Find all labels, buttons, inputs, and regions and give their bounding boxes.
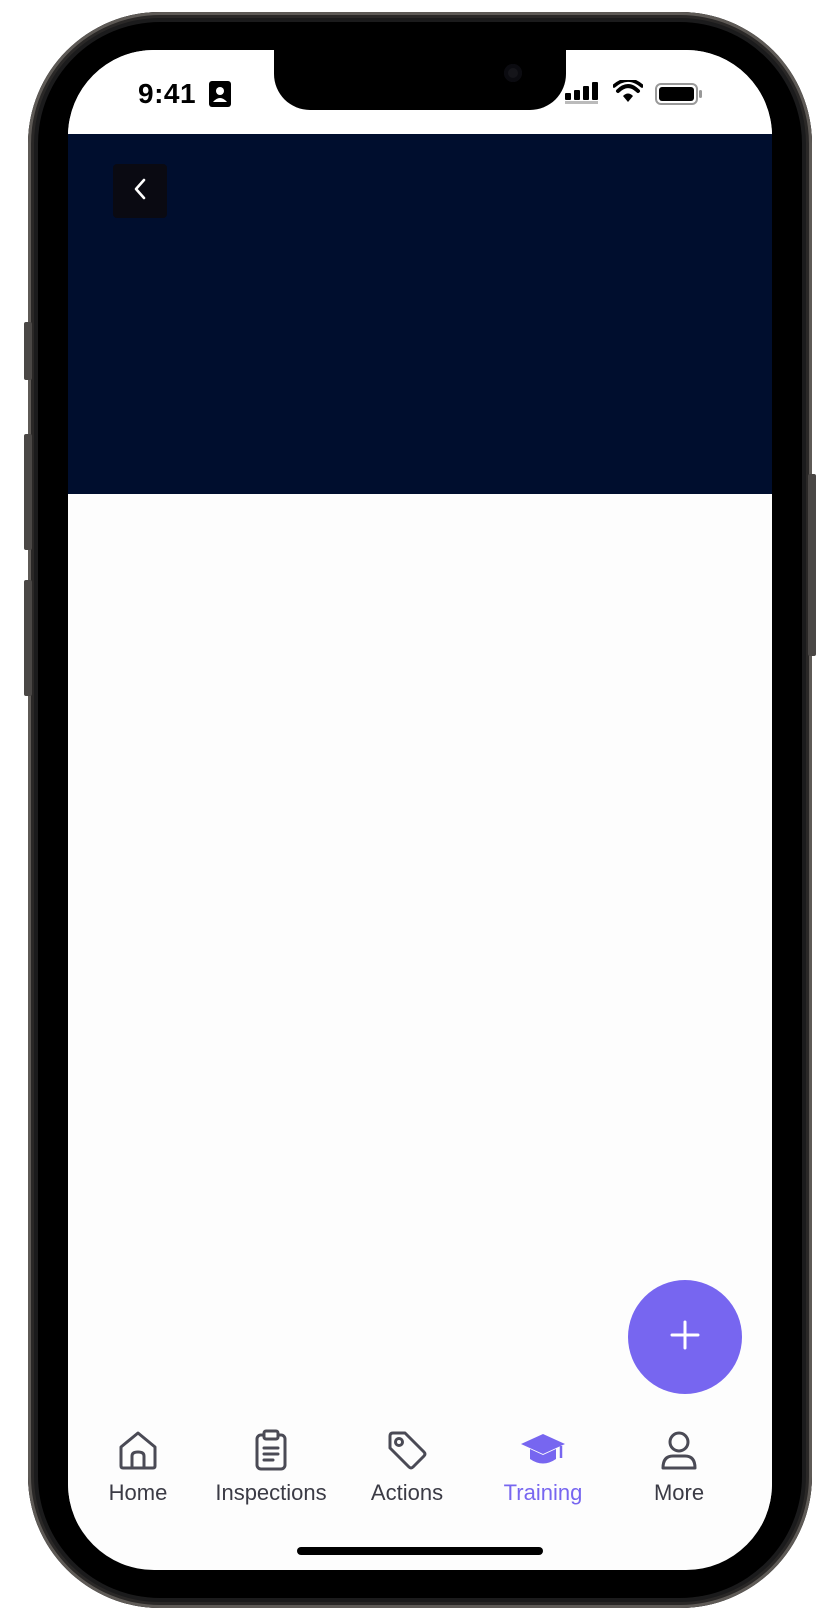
back-button[interactable] [113, 164, 167, 218]
notch [274, 50, 566, 110]
tab-more[interactable]: More [609, 1416, 749, 1516]
volume-down-button [24, 580, 32, 696]
tab-actions[interactable]: Actions [337, 1416, 477, 1516]
front-camera [504, 64, 522, 82]
power-button [808, 474, 816, 656]
screen: 9:41 Home Inspections Actions Training M… [68, 50, 772, 1570]
status-time: 9:41 [138, 78, 197, 109]
wifi-icon [612, 78, 644, 109]
cellular-signal-icon [565, 82, 601, 109]
graduation-cap-icon [519, 1428, 567, 1477]
tab-home-label: Home [108, 1480, 168, 1505]
status-bar: 9:41 [68, 50, 772, 134]
home-icon [116, 1428, 160, 1477]
volume-up-button [24, 434, 32, 550]
battery-icon [655, 83, 703, 110]
tab-home[interactable]: Home [68, 1416, 208, 1516]
chevron-left-icon [130, 177, 150, 206]
tab-training-label: Training [503, 1480, 583, 1505]
tab-inspections-label: Inspections [215, 1480, 327, 1505]
tab-actions-label: Actions [370, 1480, 444, 1505]
person-icon [657, 1428, 701, 1477]
tab-inspections[interactable]: Inspections [201, 1416, 341, 1516]
bottom-tab-bar: Home Inspections Actions Training More [68, 1416, 772, 1526]
tab-more-label: More [653, 1480, 705, 1505]
header-banner [68, 134, 772, 494]
tag-icon [385, 1428, 429, 1477]
tab-training[interactable]: Training [473, 1416, 613, 1516]
add-button[interactable] [628, 1280, 742, 1394]
contact-card-icon [209, 81, 231, 112]
clipboard-icon [249, 1428, 293, 1477]
home-indicator[interactable] [297, 1547, 543, 1555]
plus-icon [669, 1319, 701, 1356]
mute-switch [24, 322, 32, 380]
